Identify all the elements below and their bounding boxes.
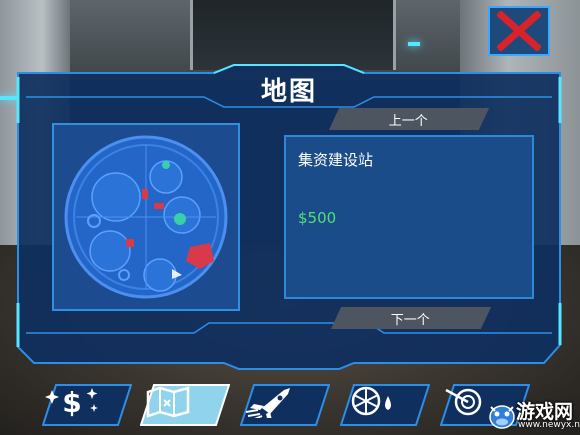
item-info-box: 集资建设站 $500: [284, 135, 534, 299]
previous-label: 上一个: [389, 113, 429, 129]
panel-title: 地图: [260, 77, 317, 107]
next-button[interactable]: 下一个: [330, 307, 492, 329]
rocket-icon: [245, 388, 290, 418]
station-map-image: [54, 125, 238, 309]
cyan-light-right: [408, 42, 420, 46]
site-watermark: 游戏网 www.newyx.net: [486, 397, 580, 433]
tab-map[interactable]: [140, 384, 230, 426]
target-icon: [445, 388, 482, 416]
money-icon: $: [45, 386, 98, 418]
item-price: $500: [298, 209, 337, 227]
minimap[interactable]: [52, 123, 240, 311]
item-name: 集资建设站: [298, 151, 374, 169]
tab-resources[interactable]: [340, 384, 430, 426]
money-symbol: $: [62, 386, 81, 418]
close-icon: [497, 11, 541, 51]
tab-money[interactable]: $: [42, 384, 132, 426]
previous-button[interactable]: 上一个: [328, 108, 490, 130]
tab-ships[interactable]: [240, 384, 330, 426]
next-label: 下一个: [391, 312, 431, 328]
resources-icon: [351, 386, 391, 416]
close-button[interactable]: [488, 6, 550, 56]
watermark-url: www.newyx.net: [518, 420, 580, 430]
cow-mascot-icon: [489, 405, 515, 429]
map-icon: [146, 386, 190, 418]
map-panel: 地图 上一个 集资建设站 $500 下一个: [14, 63, 564, 370]
